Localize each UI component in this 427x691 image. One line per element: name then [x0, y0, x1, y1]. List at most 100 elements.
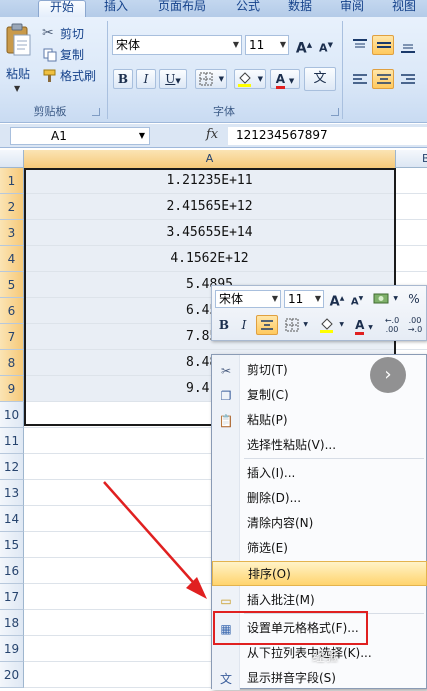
mini-decrease-decimal-button[interactable]: .00 →.0	[405, 315, 425, 335]
mini-font-name-combo[interactable]: 宋体 ▼	[215, 290, 281, 308]
font-color-button[interactable]: A ▼	[270, 69, 300, 89]
row-header[interactable]: 4	[0, 246, 24, 272]
mini-font-color-button[interactable]: A ▼	[350, 315, 378, 335]
font-name-value: 宋体	[116, 38, 141, 52]
align-middle-button[interactable]	[372, 35, 394, 55]
tab-review[interactable]: 审阅	[332, 0, 372, 17]
row-header[interactable]: 6	[0, 298, 24, 324]
menu-item[interactable]: ▭ 插入批注(M)	[212, 588, 427, 613]
row-header[interactable]: 14	[0, 506, 24, 532]
fill-color-button[interactable]: ▼	[234, 69, 266, 89]
shrink-font-button[interactable]: A▼	[316, 35, 336, 55]
copy-label: 复制	[60, 48, 85, 62]
comment-icon: ▭	[220, 594, 232, 608]
menu-item[interactable]: 筛选(E)	[212, 536, 427, 561]
cell-a[interactable]: 4.1562E+12	[24, 246, 396, 271]
menu-item[interactable]: 📋 粘贴(P)	[212, 408, 427, 433]
copy-icon: ❐	[220, 389, 232, 403]
row-header[interactable]: 13	[0, 480, 24, 506]
menu-item[interactable]: 插入(I)...	[212, 461, 427, 486]
row-header[interactable]: 7	[0, 324, 24, 350]
row-header[interactable]: 2	[0, 194, 24, 220]
formula-input[interactable]: 121234567897	[228, 127, 427, 145]
underline-button[interactable]: U ▼	[159, 69, 187, 89]
tab-home[interactable]: 开始	[38, 0, 86, 17]
align-top-button[interactable]	[348, 35, 370, 55]
row-header[interactable]: 16	[0, 558, 24, 584]
name-box[interactable]: A1 ▼	[10, 127, 150, 145]
highlight-box	[213, 611, 368, 645]
mini-percent-button[interactable]: %	[404, 289, 424, 309]
cell-a[interactable]: 1.21235E+11	[24, 168, 396, 193]
currency-icon	[373, 293, 389, 304]
cut-button[interactable]: ✂ 剪切	[42, 25, 102, 43]
paste-label: 粘贴	[6, 67, 31, 81]
mini-center-button[interactable]	[256, 315, 278, 335]
row-header[interactable]: 17	[0, 584, 24, 610]
phonetic-guide-button[interactable]: 文	[304, 67, 336, 91]
menu-item[interactable]: 排序(O)	[212, 561, 427, 586]
tab-view[interactable]: 视图	[384, 0, 424, 17]
menu-item[interactable]: 清除内容(N)	[212, 511, 427, 536]
clipboard-launcher-icon[interactable]	[92, 108, 100, 116]
font-group-label: 字体	[213, 105, 235, 118]
mini-increase-decimal-button[interactable]: ←.0.00	[382, 315, 402, 335]
row-header[interactable]: 9	[0, 376, 24, 402]
cell-a[interactable]: 3.45655E+14	[24, 220, 396, 245]
tab-insert[interactable]: 插入	[96, 0, 136, 17]
mini-font-name-value: 宋体	[219, 292, 244, 306]
row-header[interactable]: 18	[0, 610, 24, 636]
mini-fill-color-button[interactable]: ▼	[316, 315, 346, 335]
bold-button[interactable]: B	[113, 69, 133, 89]
increase-decimal-icon: ←.0.00	[384, 316, 400, 334]
align-left-button[interactable]	[348, 69, 370, 89]
mini-number-format-button[interactable]: ▼	[370, 289, 400, 309]
format-painter-button[interactable]: 格式刷	[42, 67, 104, 85]
next-slide-button[interactable]: ›	[370, 357, 406, 393]
align-right-button[interactable]	[396, 69, 418, 89]
mini-bold-button[interactable]: B	[215, 315, 233, 335]
align-bottom-button[interactable]	[396, 35, 418, 55]
row-header[interactable]: 8	[0, 350, 24, 376]
insert-function-icon[interactable]: fx	[206, 127, 218, 142]
font-name-combo[interactable]: 宋体 ▼	[112, 35, 242, 55]
menu-separator	[244, 458, 424, 459]
column-header-b[interactable]: B	[396, 150, 427, 168]
tab-formulas[interactable]: 公式	[228, 0, 268, 17]
row-header[interactable]: 1	[0, 168, 24, 194]
mini-font-size-value: 11	[288, 292, 304, 306]
mini-shrink-font-button[interactable]: A▼	[348, 289, 366, 309]
cell-a[interactable]: 2.41565E+12	[24, 194, 396, 219]
column-header-a[interactable]: A	[24, 150, 396, 168]
paste-button[interactable]: 粘贴 ▼	[3, 21, 33, 99]
row-header[interactable]: 15	[0, 532, 24, 558]
italic-button[interactable]: I	[136, 69, 156, 89]
row-header[interactable]: 11	[0, 428, 24, 454]
row-header[interactable]: 12	[0, 454, 24, 480]
mini-grow-font-button[interactable]: A▲	[328, 289, 346, 309]
mini-borders-button[interactable]: ▼	[282, 315, 310, 335]
decrease-decimal-icon: .00 →.0	[407, 316, 423, 334]
font-launcher-icon[interactable]	[331, 108, 339, 116]
row-header[interactable]: 3	[0, 220, 24, 246]
mini-font-size-combo[interactable]: 11 ▼	[284, 290, 324, 308]
menu-item[interactable]: 文 显示拼音字段(S)	[212, 666, 427, 691]
row-header[interactable]: 19	[0, 636, 24, 662]
select-all-corner[interactable]	[0, 150, 24, 168]
mini-italic-button[interactable]: I	[235, 315, 253, 335]
copy-button[interactable]: 复制	[42, 46, 102, 64]
menu-item-label: 删除(D)...	[247, 491, 302, 505]
row-header[interactable]: 5	[0, 272, 24, 298]
paste-icon: 📋	[218, 414, 234, 428]
tab-page-layout[interactable]: 页面布局	[150, 0, 214, 17]
font-size-combo[interactable]: 11 ▼	[245, 35, 289, 55]
borders-button[interactable]: ▼	[195, 69, 227, 89]
menu-item[interactable]: 选择性粘贴(V)...	[212, 433, 427, 458]
row-header[interactable]: 10	[0, 402, 24, 428]
align-center-button[interactable]	[372, 69, 394, 89]
row-header[interactable]: 20	[0, 662, 24, 688]
menu-item-label: 筛选(E)	[247, 541, 288, 555]
tab-data[interactable]: 数据	[280, 0, 320, 17]
menu-item[interactable]: 删除(D)...	[212, 486, 427, 511]
grow-font-button[interactable]: A▲	[294, 35, 314, 57]
